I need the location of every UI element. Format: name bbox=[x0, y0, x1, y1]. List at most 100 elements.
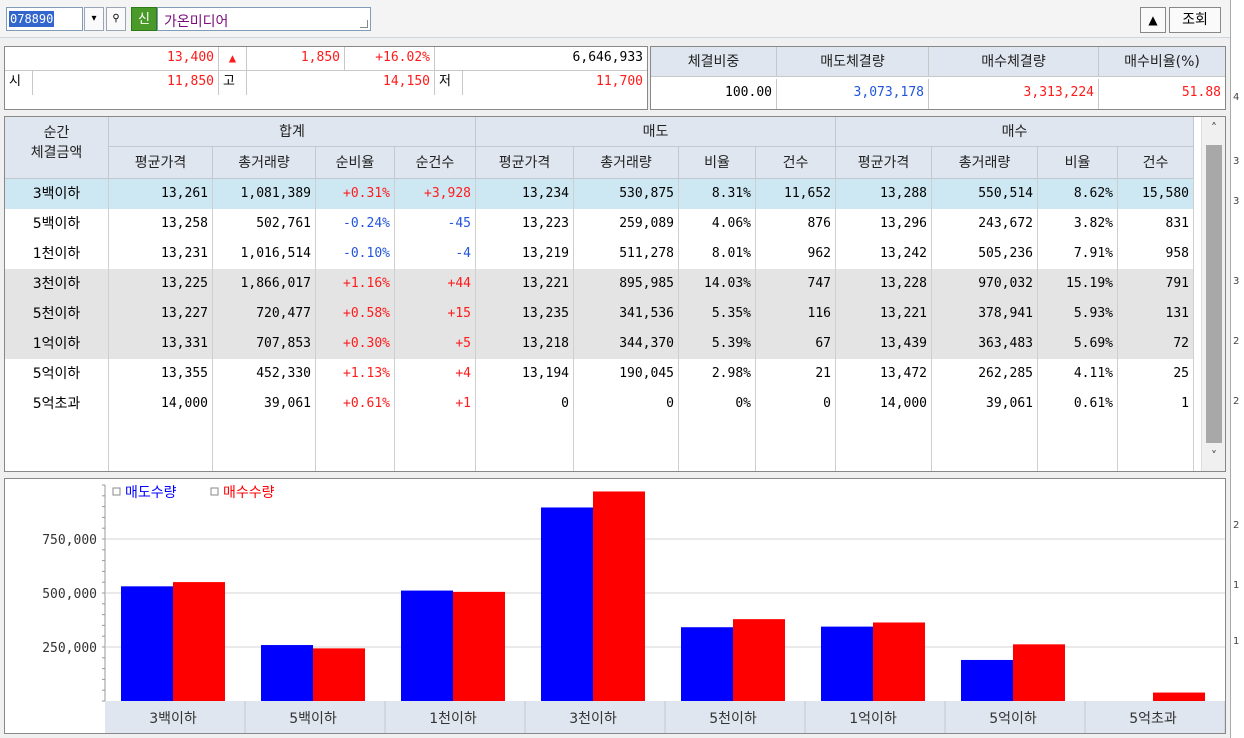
table-cell: 2.98% bbox=[679, 359, 756, 389]
column-header[interactable]: 총거래량 bbox=[932, 147, 1038, 179]
column-header[interactable]: 평균가격 bbox=[109, 147, 213, 179]
column-divider bbox=[931, 419, 932, 471]
buy-volume-bar bbox=[593, 491, 645, 701]
table-cell: 8.62% bbox=[1038, 179, 1118, 209]
x-tick-label: 3천이하 bbox=[569, 711, 617, 727]
table-cell: 13,261 bbox=[109, 179, 213, 209]
stock-code-input[interactable]: 078890 bbox=[6, 7, 83, 31]
total-volume: 6,646,933 bbox=[435, 47, 647, 71]
table-cell: 4.11% bbox=[1038, 359, 1118, 389]
table-cell: 13,219 bbox=[476, 239, 574, 269]
group-header: 합계 bbox=[109, 117, 476, 147]
buy-volume-bar bbox=[1153, 692, 1205, 701]
code-dropdown-button[interactable]: ▾ bbox=[84, 7, 104, 31]
column-header[interactable]: 비율 bbox=[679, 147, 756, 179]
strip-tick-label: 1 bbox=[1233, 636, 1240, 647]
table-cell: 13,225 bbox=[109, 269, 213, 299]
column-header[interactable]: 건수 bbox=[1118, 147, 1194, 179]
x-tick-label: 5백이하 bbox=[289, 711, 337, 727]
table-cell: 344,370 bbox=[574, 329, 679, 359]
table-cell: 39,061 bbox=[213, 389, 316, 419]
table-cell: 5.35% bbox=[679, 299, 756, 329]
table-cell: 13,223 bbox=[476, 209, 574, 239]
query-button[interactable]: 조회 bbox=[1169, 7, 1221, 33]
price-change: 1,850 bbox=[247, 47, 345, 71]
table-cell: 8.31% bbox=[679, 179, 756, 209]
sell-volume-bar bbox=[681, 627, 733, 701]
strip-tick-label: 3 bbox=[1233, 276, 1240, 287]
volume-bar-chart: 250,000 500,000 750,000 3백이하 5백이하 1천이하 3천이하 5천이… bbox=[4, 478, 1226, 734]
table-cell: 13,221 bbox=[836, 299, 932, 329]
column-header[interactable]: 평균가격 bbox=[836, 147, 932, 179]
scroll-down-icon[interactable]: ˅ bbox=[1202, 449, 1225, 469]
table-cell: +15 bbox=[395, 299, 476, 329]
column-divider bbox=[835, 419, 836, 471]
table-cell: +1.13% bbox=[316, 359, 395, 389]
table-cell: +44 bbox=[395, 269, 476, 299]
table-cell: 262,285 bbox=[932, 359, 1038, 389]
table-cell: 1,081,389 bbox=[213, 179, 316, 209]
column-divider bbox=[212, 419, 213, 471]
legend-label: 매도수량 bbox=[125, 485, 177, 501]
open-price: 11,850 bbox=[33, 71, 219, 95]
table-cell: 67 bbox=[756, 329, 836, 359]
legend-swatch bbox=[210, 487, 219, 496]
row-label: 1천이하 bbox=[5, 239, 109, 269]
table-cell: 0.61% bbox=[1038, 389, 1118, 419]
buy-volume-bar bbox=[173, 582, 225, 701]
table-cell: 791 bbox=[1118, 269, 1194, 299]
scroll-up-icon[interactable]: ˄ bbox=[1202, 121, 1225, 141]
new-listing-badge: 신 bbox=[131, 7, 157, 31]
column-header[interactable]: 순건수 bbox=[395, 147, 476, 179]
vertical-scrollbar[interactable]: ˄ ˅ bbox=[1201, 117, 1225, 471]
table-cell: 14,000 bbox=[836, 389, 932, 419]
row-label: 5천이하 bbox=[5, 299, 109, 329]
table-cell: +1.16% bbox=[316, 269, 395, 299]
sell-volume-bar bbox=[261, 645, 313, 701]
table-cell: 13,288 bbox=[836, 179, 932, 209]
current-price: 13,400 bbox=[5, 47, 219, 71]
stock-code-text: 078890 bbox=[9, 11, 55, 27]
table-cell: 0 bbox=[476, 389, 574, 419]
up-arrow-button[interactable]: ▲ bbox=[1140, 7, 1166, 33]
open-label: 시 bbox=[5, 71, 33, 95]
column-divider bbox=[315, 419, 316, 471]
table-cell: 0 bbox=[756, 389, 836, 419]
column-header[interactable]: 총거래량 bbox=[574, 147, 679, 179]
column-divider bbox=[475, 419, 476, 471]
table-cell: 21 bbox=[756, 359, 836, 389]
trade-size-table: 순간 체결금액 합계 매도 매수 평균가격 총거래량 순비율 순건수 평균가격 총거래량 비율 건수 평균… bbox=[4, 116, 1226, 472]
table-cell: -0.24% bbox=[316, 209, 395, 239]
column-divider bbox=[1117, 419, 1118, 471]
column-header[interactable]: 건수 bbox=[756, 147, 836, 179]
strip-tick-label: 3 bbox=[1233, 196, 1240, 207]
corner-label-top: 순간 bbox=[43, 125, 70, 141]
change-percent: +16.02% bbox=[345, 47, 435, 71]
column-header[interactable]: 순비율 bbox=[316, 147, 395, 179]
table-cell: 502,761 bbox=[213, 209, 316, 239]
sell-volume-bar bbox=[961, 659, 1013, 701]
column-header[interactable]: 총거래량 bbox=[213, 147, 316, 179]
scroll-thumb[interactable] bbox=[1206, 145, 1222, 443]
buy-volume-bar bbox=[733, 619, 785, 701]
table-cell: 13,228 bbox=[836, 269, 932, 299]
column-header[interactable]: 평균가격 bbox=[476, 147, 574, 179]
ratio-header-weight: 체결비중 bbox=[651, 47, 777, 77]
column-divider bbox=[1193, 419, 1194, 471]
table-cell: 5.93% bbox=[1038, 299, 1118, 329]
buy-percent-value: 51.88 bbox=[1099, 79, 1225, 109]
table-cell: 13,234 bbox=[476, 179, 574, 209]
search-button[interactable]: ⚲ bbox=[106, 7, 126, 31]
stock-name-field[interactable]: 가온미디어 bbox=[157, 7, 371, 31]
stock-name: 가온미디어 bbox=[164, 14, 229, 30]
strip-tick-label: 2 bbox=[1233, 336, 1240, 347]
table-cell: 720,477 bbox=[213, 299, 316, 329]
strip-tick-label: 2 bbox=[1233, 396, 1240, 407]
chevron-down-icon: ▾ bbox=[91, 13, 97, 24]
table-cell: 13,472 bbox=[836, 359, 932, 389]
column-divider bbox=[755, 419, 756, 471]
sell-volume-bar bbox=[821, 626, 873, 701]
table-cell: 0% bbox=[679, 389, 756, 419]
table-cell: 13,227 bbox=[109, 299, 213, 329]
column-header[interactable]: 비율 bbox=[1038, 147, 1118, 179]
